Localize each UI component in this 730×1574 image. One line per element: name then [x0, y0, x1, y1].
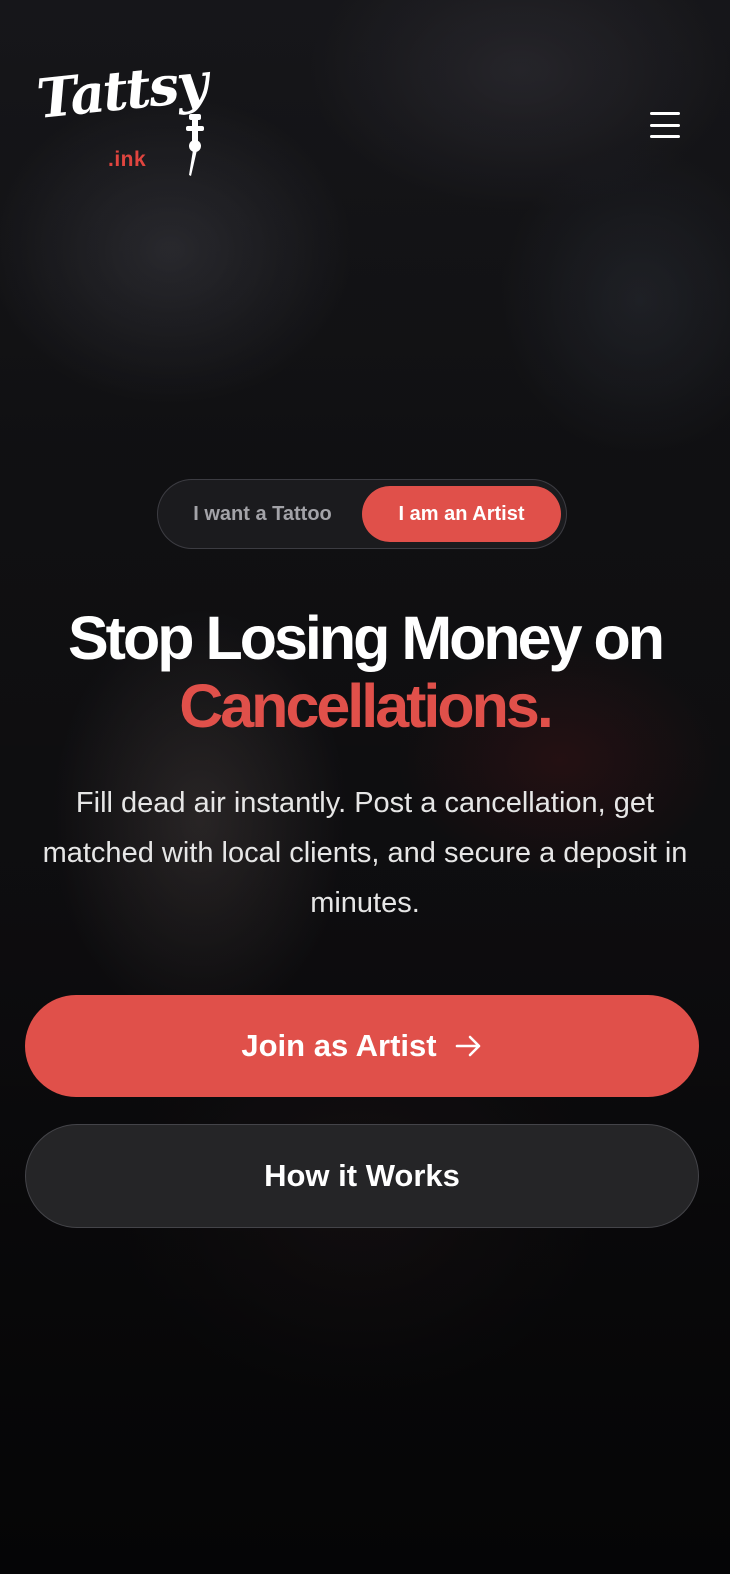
toggle-option-artist[interactable]: I am an Artist: [362, 486, 561, 542]
how-it-works-button[interactable]: How it Works: [25, 1124, 699, 1228]
headline-line-1: Stop Losing Money on: [68, 604, 665, 672]
toggle-option-tattoo[interactable]: I want a Tattoo: [163, 486, 362, 542]
tattsy-logo[interactable]: Tattsy .ink: [34, 50, 209, 180]
headline-line-2-highlight: Cancellations.: [179, 672, 554, 740]
menu-bar-top: [650, 112, 680, 115]
tattoo-machine-icon: [186, 114, 204, 176]
hero-headline: Stop Losing Money on Cancellations.: [20, 604, 710, 740]
logo-suffix: .ink: [108, 148, 147, 171]
menu-bar-bottom: [650, 135, 680, 138]
menu-bar-middle: [650, 123, 680, 127]
hamburger-menu-icon[interactable]: [646, 108, 684, 142]
how-it-works-label: How it Works: [264, 1158, 460, 1193]
join-as-artist-label: Join as Artist: [241, 1028, 437, 1063]
arrow-right-icon: [455, 1035, 480, 1057]
site-header: Tattsy .ink: [0, 0, 730, 200]
join-as-artist-button[interactable]: Join as Artist: [25, 995, 699, 1097]
hero-subtext: Fill dead air instantly. Post a cancella…: [42, 787, 688, 919]
audience-toggle: I want a Tattoo I am an Artist: [157, 479, 567, 549]
